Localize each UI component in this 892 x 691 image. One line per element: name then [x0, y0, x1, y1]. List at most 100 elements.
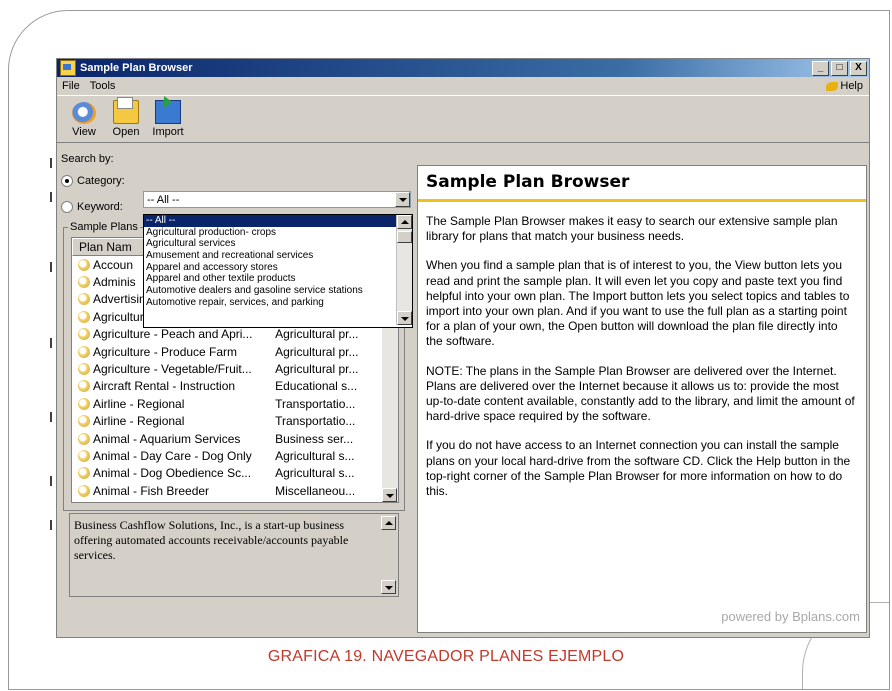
category-option[interactable]: Agricultural services: [144, 238, 412, 250]
category-radio[interactable]: [61, 175, 73, 187]
category-dropdown-list[interactable]: -- All -- Agricultural production- crops A…: [143, 214, 413, 328]
close-button[interactable]: X: [850, 60, 867, 76]
category-option[interactable]: Agricultural production- crops: [144, 227, 412, 239]
category-option[interactable]: -- All --: [144, 215, 412, 227]
dropdown-scroll-thumb[interactable]: [397, 231, 412, 243]
app-icon: [60, 60, 76, 76]
plan-name: Aircraft Rental - Instruction: [93, 379, 236, 394]
plan-row[interactable]: Animal - Dog Obedience Sc... Agricultural…: [72, 465, 384, 482]
info-paragraph: When you find a sample plan that is of i…: [426, 258, 850, 349]
sample-plans-group-label: Sample Plans: [68, 221, 140, 233]
keyword-radio-row[interactable]: Keyword:: [61, 201, 123, 213]
slide-margin-mark: [50, 262, 52, 272]
category-option[interactable]: Automotive dealers and gasoline service …: [144, 285, 412, 297]
plan-row[interactable]: Airline - Regional Transportatio...: [72, 413, 384, 430]
plan-name: Agriculture - Produce Farm: [93, 344, 238, 359]
plan-row[interactable]: Animal - Fish Breeder Miscellaneou...: [72, 482, 384, 499]
category-option[interactable]: Apparel and accessory stores: [144, 262, 412, 274]
keyword-radio[interactable]: [61, 201, 73, 213]
category-option[interactable]: Apparel and other textile products: [144, 273, 412, 285]
minimize-button[interactable]: _: [812, 60, 829, 76]
category-dropdown-button[interactable]: [395, 192, 410, 207]
dropdown-scroll-down-button[interactable]: [397, 311, 412, 325]
plan-row[interactable]: Aircraft Rental - Instruction Educational…: [72, 378, 384, 395]
help-button[interactable]: Help: [826, 80, 863, 92]
plan-icon: [78, 415, 90, 428]
slide-margin-mark: [50, 192, 52, 202]
menu-file[interactable]: File: [57, 80, 85, 92]
open-folder-icon: [113, 97, 139, 124]
slide-margin-mark: [50, 476, 52, 486]
dropdown-scroll-up-button[interactable]: [397, 215, 412, 229]
category-option[interactable]: Amusement and recreational services: [144, 250, 412, 262]
open-label: Open: [112, 126, 140, 138]
category-select-value: -- All --: [147, 194, 180, 206]
plan-icon: [78, 380, 90, 393]
slide-margin-mark: [50, 520, 52, 530]
view-button[interactable]: View: [63, 102, 105, 142]
plan-row[interactable]: Agriculture - Produce Farm Agricultural p…: [72, 343, 384, 360]
plan-name: Animal - Aquarium Services: [93, 431, 241, 446]
info-heading: Sample Plan Browser: [426, 172, 630, 192]
plan-category: Miscellaneou...: [275, 483, 356, 498]
plan-name: Airline - Regional: [93, 396, 185, 411]
info-paragraph: If you do not have access to an Internet…: [426, 438, 851, 499]
plan-icon: [78, 397, 90, 410]
plan-row[interactable]: Agriculture - Peach and Apri... Agricultu…: [72, 326, 384, 343]
plan-description-text: Business Cashflow Solutions, Inc., is a …: [74, 518, 349, 562]
plan-row[interactable]: Airline - Regional Transportatio...: [72, 395, 384, 412]
plan-category: Agricultural pr...: [275, 344, 359, 359]
plan-category: Agricultural s...: [275, 466, 355, 481]
plan-icon: [78, 467, 90, 480]
plan-name: Airline - Regional: [93, 414, 185, 429]
maximize-button[interactable]: □: [831, 60, 848, 76]
plan-icon: [78, 484, 90, 497]
plan-category: Agricultural s...: [275, 448, 355, 463]
plan-category: Agricultural pr...: [275, 362, 359, 377]
heading-rule: [418, 199, 866, 202]
plan-icon: [78, 258, 90, 271]
plan-name: Agriculture - Peach and Apri...: [93, 327, 253, 342]
plan-name: Agriculture - Vegetable/Fruit...: [93, 362, 252, 377]
plan-icon: [78, 328, 90, 341]
plan-icon: [78, 310, 90, 323]
search-by-label: Search by:: [61, 153, 114, 165]
plan-row[interactable]: Animal - Day Care - Dog Only Agricultural…: [72, 447, 384, 464]
menu-bar: File Tools Help: [57, 77, 869, 96]
import-button[interactable]: Import: [147, 96, 189, 142]
plan-row[interactable]: Agriculture - Vegetable/Fruit... Agricult…: [72, 360, 384, 377]
powered-by-link[interactable]: powered by Bplans.com: [721, 609, 860, 624]
description-scrollbar[interactable]: [381, 516, 396, 594]
keyword-label: Keyword:: [77, 201, 123, 213]
open-button[interactable]: Open: [105, 97, 147, 142]
plan-icon: [78, 345, 90, 358]
plan-icon: [78, 293, 90, 306]
sample-plan-browser-window: Sample Plan Browser _ □ X File Tools Hel…: [56, 58, 870, 638]
category-dropdown-scrollbar[interactable]: [396, 215, 412, 325]
plan-name: Animal - Dog Obedience Sc...: [93, 466, 252, 481]
plan-list-scroll-down-button[interactable]: [382, 488, 397, 502]
plan-row[interactable]: Animal - Aquarium Services Business ser..…: [72, 430, 384, 447]
window-title: Sample Plan Browser: [80, 62, 193, 74]
plan-info-pane: Sample Plan Browser The Sample Plan Brow…: [417, 165, 867, 633]
plan-icon: [78, 363, 90, 376]
view-label: View: [72, 126, 96, 138]
slide-margin-mark: [50, 158, 52, 168]
description-scroll-up-button[interactable]: [381, 516, 396, 530]
menu-tools[interactable]: Tools: [85, 80, 121, 92]
category-select[interactable]: -- All --: [143, 191, 411, 208]
help-label: Help: [840, 80, 863, 92]
category-option[interactable]: Automotive repair, services, and parking: [144, 297, 412, 309]
plan-description-box: Business Cashflow Solutions, Inc., is a …: [69, 513, 399, 597]
description-scroll-down-button[interactable]: [381, 580, 396, 594]
category-radio-row[interactable]: Category:: [61, 175, 125, 187]
plan-icon: [78, 449, 90, 462]
title-bar: Sample Plan Browser _ □ X: [57, 59, 869, 77]
plan-icon: [78, 432, 90, 445]
plan-category: Transportatio...: [275, 396, 356, 411]
slide-margin-mark: [50, 338, 52, 348]
info-paragraph: The Sample Plan Browser makes it easy to…: [426, 214, 838, 244]
toolbar: View Open Import: [57, 96, 869, 143]
plan-icon: [78, 276, 90, 289]
figure-caption: GRAFICA 19. NAVEGADOR PLANES EJEMPLO: [267, 648, 625, 665]
